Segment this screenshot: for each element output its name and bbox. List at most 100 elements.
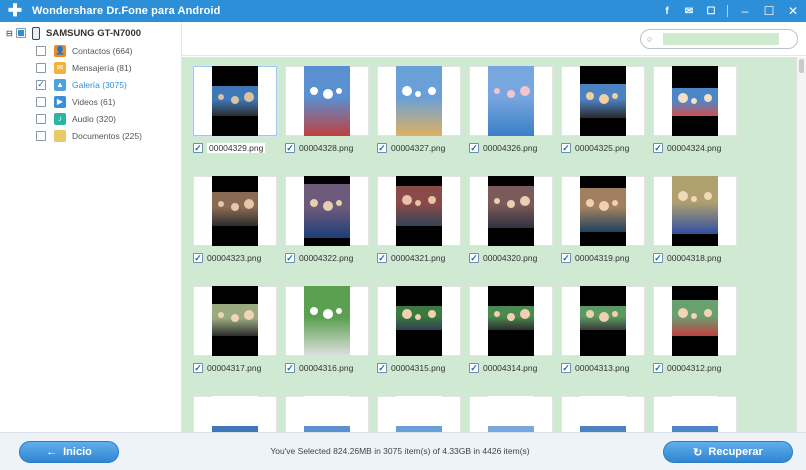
sidebar-item-video[interactable]: ▶ Videos (61) xyxy=(0,93,181,110)
thumbnail[interactable] xyxy=(285,286,369,356)
sidebar-item-checkbox[interactable] xyxy=(36,62,46,73)
home-button[interactable]: ← Inicio xyxy=(19,441,119,463)
thumbnail[interactable] xyxy=(561,176,645,246)
item-checkbox[interactable]: ✓ xyxy=(561,143,571,153)
gallery-item[interactable]: ✓ 00004327.png xyxy=(377,66,461,155)
gallery-item[interactable]: ✓ 00004318.png xyxy=(653,176,737,265)
sidebar-item-checkbox[interactable] xyxy=(36,130,46,141)
gallery-item[interactable]: ✓ 00004313.png xyxy=(561,286,645,375)
item-checkbox[interactable]: ✓ xyxy=(377,143,387,153)
item-checkbox[interactable]: ✓ xyxy=(653,143,663,153)
gallery-item[interactable]: ✓ 00004326.png xyxy=(469,66,553,155)
sidebar-item-folder[interactable]: Documentos (225) xyxy=(0,127,181,144)
thumbnail[interactable] xyxy=(653,396,737,432)
gallery-item[interactable] xyxy=(653,396,737,432)
item-checkbox[interactable]: ✓ xyxy=(377,363,387,373)
thumbnail[interactable] xyxy=(561,396,645,432)
thumbnail[interactable] xyxy=(285,66,369,136)
gallery-item[interactable]: ✓ 00004324.png xyxy=(653,66,737,155)
thumbnail[interactable] xyxy=(377,286,461,356)
sidebar-item-checkbox[interactable]: ✓ xyxy=(36,79,46,90)
gallery-item[interactable]: ✓ 00004314.png xyxy=(469,286,553,375)
thumbnail[interactable] xyxy=(193,66,277,136)
gallery-item[interactable] xyxy=(469,396,553,432)
thumbnail[interactable] xyxy=(469,66,553,136)
facebook-icon[interactable]: f xyxy=(661,5,673,17)
gallery-item[interactable] xyxy=(285,396,369,432)
gallery-item[interactable]: ✓ 00004321.png xyxy=(377,176,461,265)
thumbnail[interactable] xyxy=(193,286,277,356)
search-box[interactable]: ○ xyxy=(640,29,798,49)
search-input[interactable] xyxy=(663,33,779,45)
sidebar-item-checkbox[interactable] xyxy=(36,45,46,56)
sidebar-item-label: Videos (61) xyxy=(72,96,116,107)
item-checkbox[interactable]: ✓ xyxy=(193,253,203,263)
gallery-item[interactable] xyxy=(377,396,461,432)
item-checkbox[interactable]: ✓ xyxy=(193,363,203,373)
item-checkbox[interactable]: ✓ xyxy=(653,253,663,263)
thumbnail[interactable] xyxy=(285,396,369,432)
chat-icon[interactable]: ☐ xyxy=(705,5,717,17)
photo-image xyxy=(580,286,626,356)
minimize-icon[interactable]: – xyxy=(738,4,752,18)
close-icon[interactable]: ✕ xyxy=(786,4,800,18)
thumbnail[interactable] xyxy=(193,396,277,432)
photo-image xyxy=(488,176,534,246)
file-name: 00004316.png xyxy=(299,363,354,373)
thumbnail[interactable] xyxy=(193,176,277,246)
gallery-item[interactable] xyxy=(561,396,645,432)
restore-icon[interactable]: ☐ xyxy=(762,4,776,18)
gallery-item[interactable]: ✓ 00004328.png xyxy=(285,66,369,155)
thumbnail[interactable] xyxy=(285,176,369,246)
sidebar-item-messages[interactable]: ✉ Mensajería (81) xyxy=(0,59,181,76)
gallery-item[interactable]: ✓ 00004316.png xyxy=(285,286,369,375)
item-checkbox[interactable]: ✓ xyxy=(285,253,295,263)
device-node[interactable]: ⊟ SAMSUNG GT-N7000 xyxy=(0,24,181,42)
gallery-item[interactable] xyxy=(193,396,277,432)
item-checkbox[interactable]: ✓ xyxy=(193,143,203,153)
gallery-item[interactable]: ✓ 00004322.png xyxy=(285,176,369,265)
thumbnail[interactable] xyxy=(377,66,461,136)
item-checkbox[interactable]: ✓ xyxy=(561,253,571,263)
sidebar-item-audio[interactable]: ♪ Audio (320) xyxy=(0,110,181,127)
item-checkbox[interactable]: ✓ xyxy=(469,253,479,263)
gallery-item[interactable]: ✓ 00004312.png xyxy=(653,286,737,375)
gallery-item[interactable]: ✓ 00004323.png xyxy=(193,176,277,265)
item-checkbox[interactable]: ✓ xyxy=(377,253,387,263)
sidebar-item-contacts[interactable]: 👤 Contactos (664) xyxy=(0,42,181,59)
item-checkbox[interactable]: ✓ xyxy=(469,143,479,153)
device-checkbox[interactable] xyxy=(16,28,26,38)
item-checkbox[interactable]: ✓ xyxy=(469,363,479,373)
thumbnail[interactable] xyxy=(469,176,553,246)
sidebar-item-checkbox[interactable] xyxy=(36,96,46,107)
gallery-item[interactable]: ✓ 00004317.png xyxy=(193,286,277,375)
feedback-icon[interactable]: ✉ xyxy=(683,5,695,17)
thumbnail[interactable] xyxy=(377,396,461,432)
recover-button[interactable]: ↻ Recuperar xyxy=(663,441,793,463)
sidebar-item-checkbox[interactable] xyxy=(36,113,46,124)
thumbnail[interactable] xyxy=(469,396,553,432)
gallery-item[interactable]: ✓ 00004320.png xyxy=(469,176,553,265)
file-name: 00004321.png xyxy=(391,253,446,263)
thumbnail[interactable] xyxy=(469,286,553,356)
scrollbar[interactable] xyxy=(796,57,806,432)
thumbnail[interactable] xyxy=(653,286,737,356)
collapse-icon[interactable]: ⊟ xyxy=(6,29,16,38)
item-checkbox[interactable]: ✓ xyxy=(653,363,663,373)
sidebar-item-gallery[interactable]: ✓ ▲ Galería (3075) xyxy=(0,76,181,93)
item-caption: ✓ 00004318.png xyxy=(653,251,737,265)
contacts-icon: 👤 xyxy=(54,44,66,57)
gallery-item[interactable]: ✓ 00004325.png xyxy=(561,66,645,155)
item-checkbox[interactable]: ✓ xyxy=(561,363,571,373)
item-checkbox[interactable]: ✓ xyxy=(285,143,295,153)
thumbnail[interactable] xyxy=(653,176,737,246)
thumbnail[interactable] xyxy=(561,66,645,136)
gallery-item[interactable]: ✓ 00004315.png xyxy=(377,286,461,375)
thumbnail[interactable] xyxy=(653,66,737,136)
thumbnail[interactable] xyxy=(561,286,645,356)
item-checkbox[interactable]: ✓ xyxy=(285,363,295,373)
gallery-item[interactable]: ✓ 00004329.png xyxy=(193,66,277,155)
thumbnail[interactable] xyxy=(377,176,461,246)
scrollbar-thumb[interactable] xyxy=(799,59,804,73)
gallery-item[interactable]: ✓ 00004319.png xyxy=(561,176,645,265)
